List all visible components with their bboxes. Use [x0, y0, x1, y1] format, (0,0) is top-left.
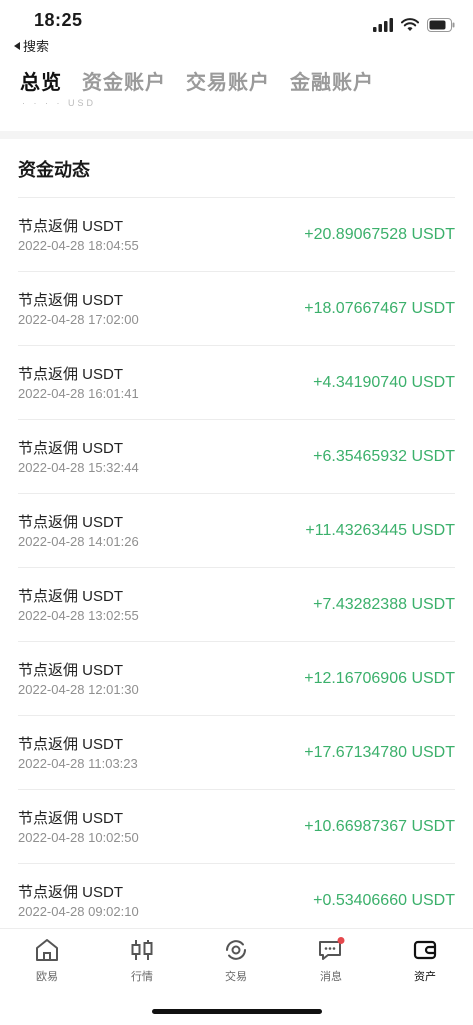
back-search-label: 搜索: [23, 39, 50, 54]
transaction-date: 2022-04-28 11:03:23: [18, 756, 138, 771]
nav-item-markets[interactable]: 行情: [112, 937, 172, 984]
section-divider: [0, 131, 473, 139]
transaction-amount: +4.34190740 USDT: [313, 374, 455, 391]
transaction-date: 2022-04-28 12:01:30: [18, 682, 139, 697]
transaction-title: 节点返佣 USDT: [18, 514, 124, 531]
nav-label: 行情: [131, 971, 153, 983]
tab-overview[interactable]: 总览: [20, 66, 62, 95]
status-bar: 18:25 搜索: [0, 0, 473, 56]
unread-badge: [337, 937, 345, 944]
home-icon: [36, 939, 58, 961]
transaction-date: 2022-04-28 17:02:00: [18, 312, 139, 327]
transaction-amount: +6.35465932 USDT: [313, 448, 455, 465]
tab-trading-account[interactable]: 交易账户: [186, 66, 270, 95]
transaction-title: 节点返佣 USDT: [18, 292, 124, 309]
transaction-title: 节点返佣 USDT: [18, 884, 124, 901]
transaction-list: 节点返佣 USDT 2022-04-28 18:04:55 +20.890675…: [0, 197, 473, 937]
transaction-title: 节点返佣 USDT: [18, 218, 124, 235]
transaction-title: 节点返佣 USDT: [18, 810, 124, 827]
transaction-row[interactable]: 节点返佣 USDT 2022-04-28 15:32:44 +6.3546593…: [18, 419, 455, 493]
transaction-date: 2022-04-28 14:01:26: [18, 534, 139, 549]
nav-label: 消息: [320, 971, 342, 983]
nav-item-assets[interactable]: 资产: [395, 937, 455, 984]
transaction-amount: +10.66987367 USDT: [304, 818, 455, 835]
transaction-row[interactable]: 节点返佣 USDT 2022-04-28 14:01:26 +11.432634…: [18, 493, 455, 567]
transaction-title: 节点返佣 USDT: [18, 440, 124, 457]
transaction-date: 2022-04-28 16:01:41: [18, 386, 139, 401]
transaction-amount: +12.16706906 USDT: [304, 670, 455, 687]
nav-item-messages[interactable]: 消息: [301, 937, 361, 984]
status-icons: [373, 18, 455, 32]
transaction-title: 节点返佣 USDT: [18, 588, 124, 605]
tab-funding-account[interactable]: 资金账户: [82, 66, 166, 95]
transaction-date: 2022-04-28 13:02:55: [18, 608, 139, 623]
transaction-amount: +11.43263445 USDT: [305, 522, 455, 539]
trade-icon: [226, 940, 246, 960]
transaction-amount: +0.53406660 USDT: [313, 892, 455, 909]
transaction-amount: +7.43282388 USDT: [313, 596, 455, 613]
transaction-row[interactable]: 节点返佣 USDT 2022-04-28 16:01:41 +4.3419074…: [18, 345, 455, 419]
transaction-date: 2022-04-28 18:04:55: [18, 238, 139, 253]
status-time: 18:25: [34, 10, 83, 30]
fund-activity-title: 资金动态: [18, 160, 90, 180]
scrolled-balance-text: · · · · USD: [22, 98, 96, 108]
signal-icon: [373, 18, 393, 32]
transaction-date: 2022-04-28 10:02:50: [18, 830, 139, 845]
battery-icon: [427, 18, 455, 32]
transaction-row[interactable]: 节点返佣 USDT 2022-04-28 17:02:00 +18.076674…: [18, 271, 455, 345]
transaction-amount: +20.89067528 USDT: [304, 226, 455, 243]
nav-label: 资产: [414, 971, 436, 983]
transaction-row[interactable]: 节点返佣 USDT 2022-04-28 09:02:10 +0.5340666…: [18, 863, 455, 937]
candlestick-icon: [131, 940, 153, 960]
transaction-row[interactable]: 节点返佣 USDT 2022-04-28 13:02:55 +7.4328238…: [18, 567, 455, 641]
nav-label: 欧易: [36, 971, 58, 983]
transaction-row[interactable]: 节点返佣 USDT 2022-04-28 12:01:30 +12.167069…: [18, 641, 455, 715]
transaction-row[interactable]: 节点返佣 USDT 2022-04-28 18:04:55 +20.890675…: [18, 197, 455, 271]
account-tabs: 总览 资金账户 交易账户 金融账户: [20, 66, 374, 95]
transaction-amount: +17.67134780 USDT: [304, 744, 455, 761]
transaction-title: 节点返佣 USDT: [18, 366, 124, 383]
message-icon: [319, 937, 345, 960]
transaction-row[interactable]: 节点返佣 USDT 2022-04-28 10:02:50 +10.669873…: [18, 789, 455, 863]
nav-label: 交易: [225, 971, 247, 983]
transaction-row[interactable]: 节点返佣 USDT 2022-04-28 11:03:23 +17.671347…: [18, 715, 455, 789]
transaction-title: 节点返佣 USDT: [18, 662, 124, 679]
back-arrow-icon: [14, 41, 20, 50]
transaction-title: 节点返佣 USDT: [18, 736, 124, 753]
nav-item-okx[interactable]: 欧易: [17, 937, 77, 984]
transaction-date: 2022-04-28 15:32:44: [18, 460, 139, 475]
back-to-search-link[interactable]: 搜索: [14, 36, 49, 55]
wifi-icon: [401, 18, 419, 31]
nav-item-trade[interactable]: 交易: [206, 937, 266, 984]
tab-finance-account[interactable]: 金融账户: [290, 66, 374, 95]
transaction-date: 2022-04-28 09:02:10: [18, 904, 139, 919]
home-indicator: [152, 1009, 322, 1014]
wallet-icon: [413, 940, 437, 960]
transaction-amount: +18.07667467 USDT: [304, 300, 455, 317]
